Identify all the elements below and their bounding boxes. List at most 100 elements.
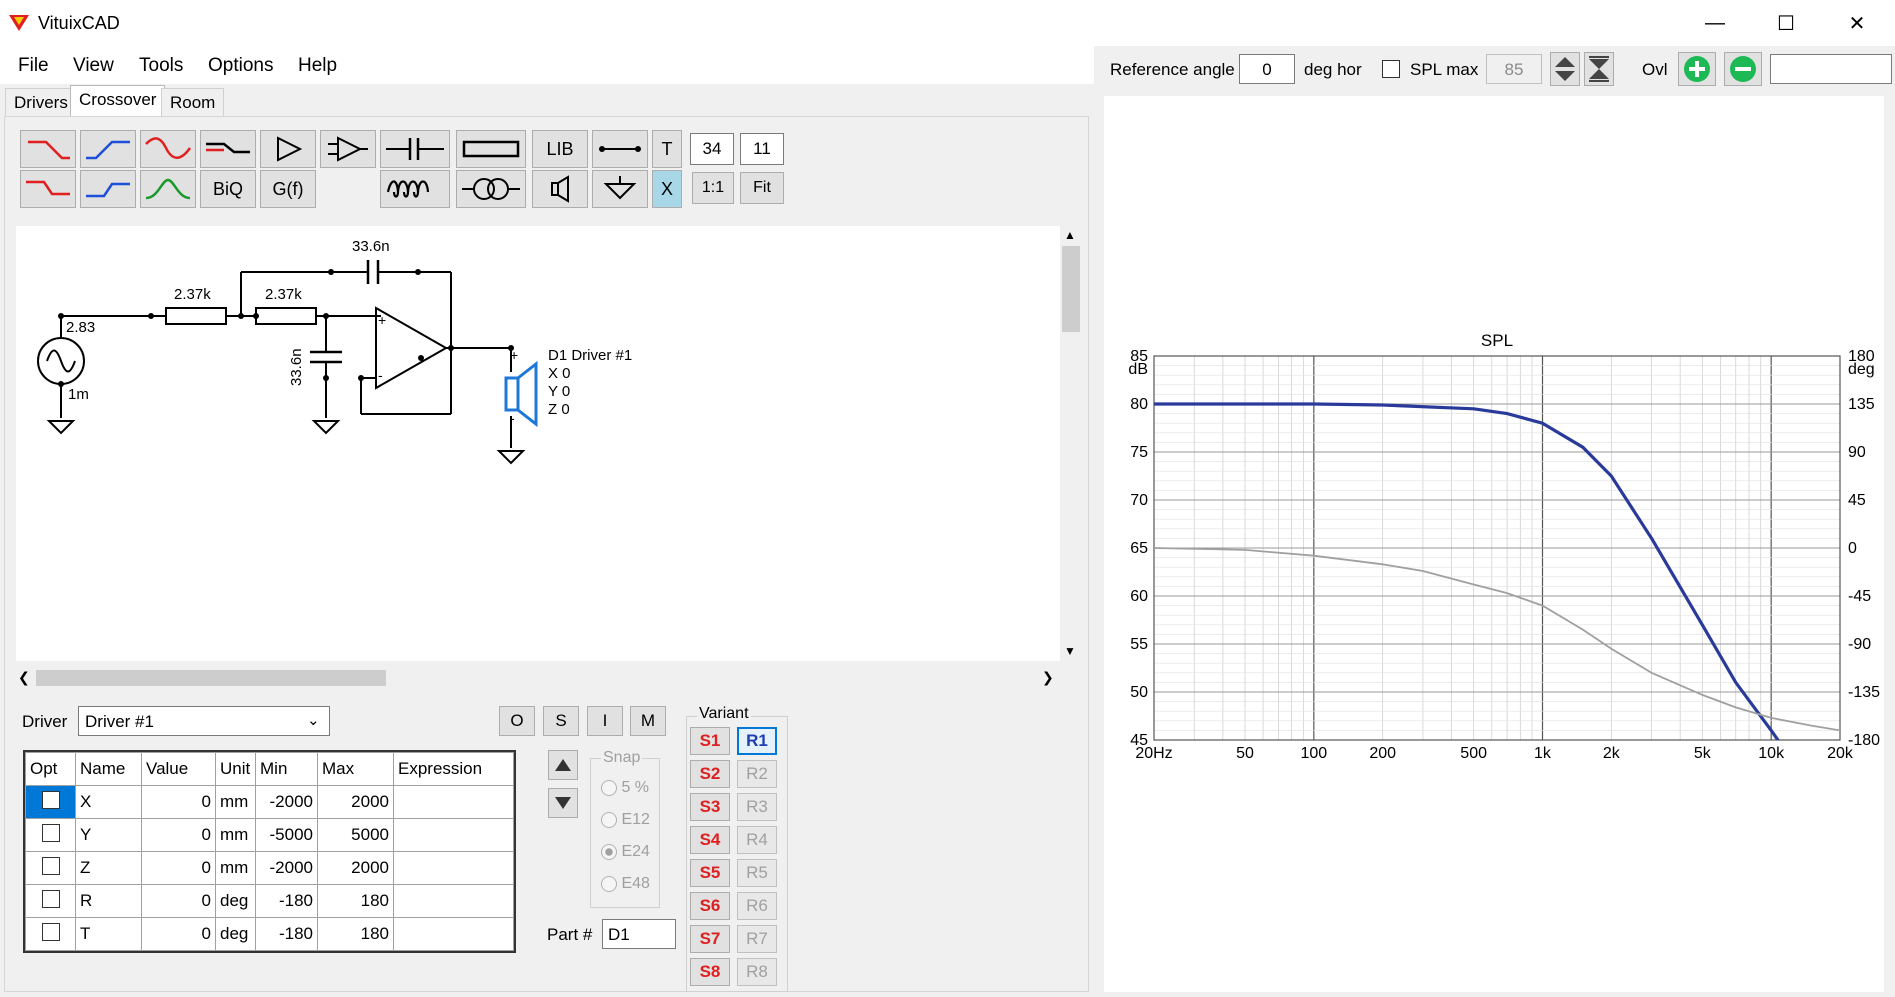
opt-cell[interactable]: [25, 851, 76, 885]
menu-tools[interactable]: Tools: [139, 55, 183, 77]
scroll-up-icon[interactable]: ▲: [1064, 228, 1076, 242]
variant-s3-button[interactable]: S3: [690, 793, 730, 821]
menu-file[interactable]: File: [18, 55, 49, 77]
ground-button[interactable]: [592, 170, 648, 208]
snap-option-e24[interactable]: E24: [601, 843, 650, 861]
lowpass-shelf-button[interactable]: [20, 170, 76, 208]
min-cell[interactable]: -2000: [255, 851, 318, 885]
x-button[interactable]: X: [652, 170, 682, 208]
expression-cell[interactable]: [393, 851, 514, 885]
variant-r6-button[interactable]: R6: [737, 892, 777, 920]
opt-cell[interactable]: [25, 917, 76, 951]
snap-option-e48[interactable]: E48: [601, 875, 650, 893]
tab-crossover[interactable]: Crossover: [70, 85, 166, 117]
bandpass-button[interactable]: [140, 170, 196, 208]
variant-r3-button[interactable]: R3: [737, 793, 777, 821]
lib-button[interactable]: LIB: [532, 130, 588, 168]
biquad-button[interactable]: BiQ: [200, 170, 256, 208]
tab-room[interactable]: Room: [161, 88, 225, 116]
max-cell[interactable]: 180: [317, 917, 394, 951]
vertical-scroll-thumb[interactable]: [1062, 246, 1080, 332]
opt-checkbox[interactable]: [41, 922, 60, 941]
move-down-button[interactable]: [548, 788, 578, 818]
highpass-shelf-button[interactable]: [80, 170, 136, 208]
spl-chart[interactable]: 20Hz 50 100 200 500 1k 2k 5k 10k 20k4550556065707…: [1104, 96, 1884, 992]
expression-cell[interactable]: [393, 818, 514, 852]
overlay-select[interactable]: [1770, 54, 1892, 84]
variant-s6-button[interactable]: S6: [690, 892, 730, 920]
spin-updown-button[interactable]: [1550, 52, 1580, 86]
variant-r1-button[interactable]: R1: [737, 727, 777, 755]
driver-i-button[interactable]: I: [587, 706, 623, 736]
snap-option-5pct[interactable]: 5 %: [601, 779, 649, 797]
variant-r2-button[interactable]: R2: [737, 760, 777, 788]
opt-cell[interactable]: [25, 818, 76, 852]
variant-r4-button[interactable]: R4: [737, 826, 777, 854]
scroll-left-icon[interactable]: ❮: [18, 669, 30, 686]
table-row[interactable]: R 0 deg -180 180: [25, 884, 514, 918]
min-cell[interactable]: -2000: [255, 785, 318, 819]
opt-checkbox[interactable]: [41, 889, 60, 908]
close-button[interactable]: ✕: [1822, 0, 1892, 46]
driver-select[interactable]: Driver #1 ⌄: [78, 706, 330, 736]
move-up-button[interactable]: [548, 750, 578, 780]
variant-r7-button[interactable]: R7: [737, 925, 777, 953]
maximize-button[interactable]: ☐: [1751, 0, 1821, 46]
variant-s4-button[interactable]: S4: [690, 826, 730, 854]
spl-max-checkbox[interactable]: [1382, 60, 1400, 78]
value-cell[interactable]: 0: [141, 818, 216, 852]
table-row[interactable]: Y 0 mm -5000 5000: [25, 818, 514, 852]
grid-x-field[interactable]: 34: [690, 133, 734, 165]
fit-button[interactable]: Fit: [740, 172, 784, 204]
driver-button[interactable]: [532, 170, 588, 208]
grid-y-field[interactable]: 11: [740, 133, 784, 165]
overlay-remove-button[interactable]: [1724, 52, 1762, 86]
horizontal-scroll-thumb[interactable]: [36, 670, 386, 686]
max-cell[interactable]: 5000: [317, 818, 394, 852]
opamp-button[interactable]: [320, 130, 376, 168]
reference-angle-input[interactable]: 0: [1239, 54, 1295, 84]
schematic-vertical-scrollbar[interactable]: ▲ ▼: [1060, 226, 1082, 661]
schematic-horizontal-scrollbar[interactable]: ❮ ❯: [16, 667, 1060, 689]
buffer-button[interactable]: [260, 130, 316, 168]
scroll-down-icon[interactable]: ▼: [1064, 644, 1076, 658]
inductor-button[interactable]: [380, 170, 450, 208]
opt-checkbox[interactable]: [41, 790, 60, 809]
collapse-button[interactable]: [1584, 52, 1614, 86]
value-cell[interactable]: 0: [141, 917, 216, 951]
gf-button[interactable]: G(f): [260, 170, 316, 208]
part-input[interactable]: D1: [602, 919, 676, 949]
menu-view[interactable]: View: [73, 55, 114, 77]
opt-checkbox[interactable]: [41, 823, 60, 842]
resistor-button[interactable]: [456, 130, 526, 168]
driver-o-button[interactable]: O: [499, 706, 535, 736]
minimize-button[interactable]: —: [1680, 0, 1750, 46]
min-cell[interactable]: -180: [255, 884, 318, 918]
max-cell[interactable]: 2000: [317, 785, 394, 819]
value-cell[interactable]: 0: [141, 851, 216, 885]
menu-options[interactable]: Options: [208, 55, 273, 77]
value-cell[interactable]: 0: [141, 884, 216, 918]
one-to-one-button[interactable]: 1:1: [692, 172, 734, 204]
shelf-button[interactable]: [200, 130, 256, 168]
max-cell[interactable]: 180: [317, 884, 394, 918]
tab-drivers[interactable]: Drivers: [5, 88, 77, 116]
min-cell[interactable]: -180: [255, 917, 318, 951]
variant-s8-button[interactable]: S8: [690, 958, 730, 986]
variant-s7-button[interactable]: S7: [690, 925, 730, 953]
variant-s2-button[interactable]: S2: [690, 760, 730, 788]
table-row[interactable]: Z 0 mm -2000 2000: [25, 851, 514, 885]
highpass-button[interactable]: [80, 130, 136, 168]
opt-cell[interactable]: [25, 785, 76, 819]
t-button[interactable]: T: [652, 130, 682, 168]
expression-cell[interactable]: [393, 884, 514, 918]
capacitor-button[interactable]: [380, 130, 450, 168]
schematic-canvas[interactable]: + - 2.83 1m 2.37k 2.37k 33.6n 33.6n + - …: [16, 226, 1060, 661]
menu-help[interactable]: Help: [298, 55, 337, 77]
opt-cell[interactable]: [25, 884, 76, 918]
variant-r5-button[interactable]: R5: [737, 859, 777, 887]
spl-max-input[interactable]: 85: [1486, 54, 1542, 84]
table-row[interactable]: T 0 deg -180 180: [25, 917, 514, 951]
snap-option-e12[interactable]: E12: [601, 811, 650, 829]
overlay-add-button[interactable]: [1678, 52, 1716, 86]
